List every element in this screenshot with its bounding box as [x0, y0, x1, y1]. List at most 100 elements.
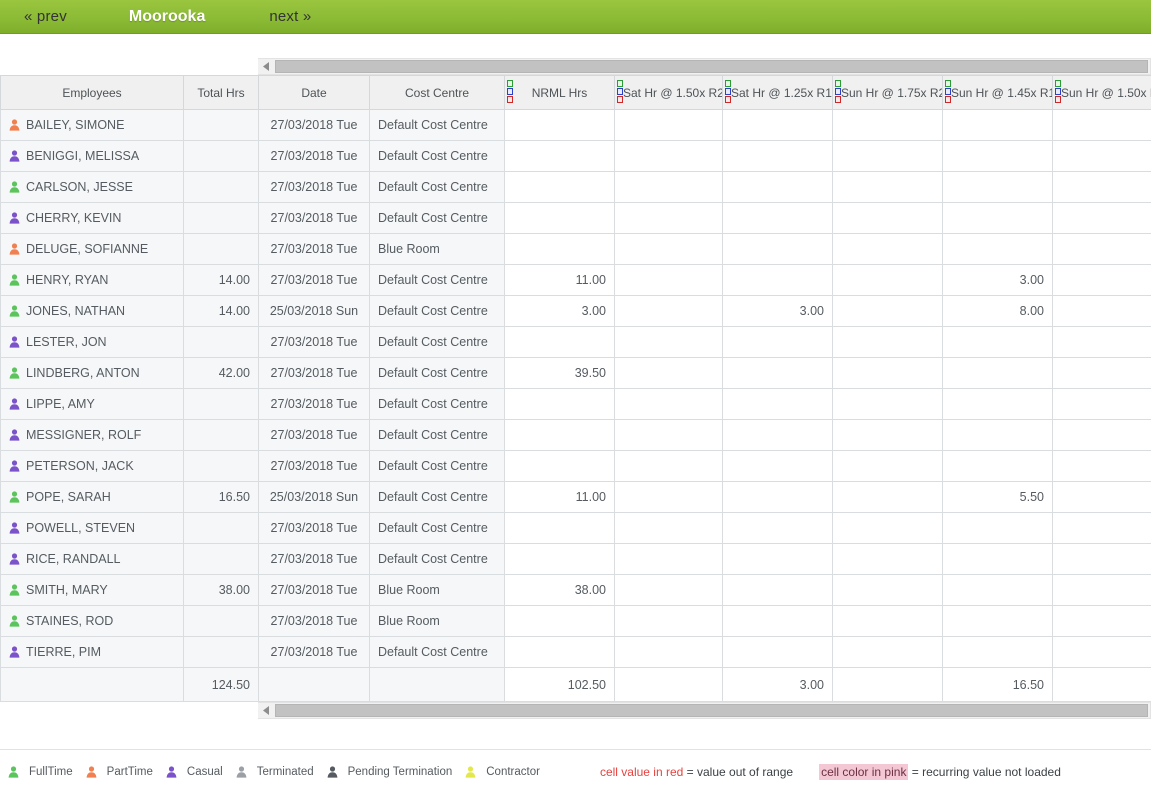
cell-total_hrs[interactable] — [183, 140, 259, 172]
table-row[interactable]: BENIGGI, MELISSA 27/03/2018 Tue Default Co… — [0, 140, 1151, 172]
cell-sun145r1[interactable] — [942, 326, 1053, 358]
cell-sun175r2[interactable] — [832, 574, 943, 606]
cell-date[interactable]: 27/03/2018 Tue — [258, 450, 370, 482]
cell-sat125r1[interactable] — [722, 233, 833, 265]
cell-date[interactable]: 27/03/2018 Tue — [258, 388, 370, 420]
cell-sun145r1[interactable] — [942, 419, 1053, 451]
scrollbar-thumb-top[interactable] — [275, 60, 1148, 73]
cell-sun175r2[interactable] — [832, 450, 943, 482]
column-header-cost_centre[interactable]: Cost Centre — [369, 75, 505, 110]
cell-total_hrs[interactable] — [183, 202, 259, 234]
cell-date[interactable]: 27/03/2018 Tue — [258, 512, 370, 544]
cell-sun150r1[interactable] — [1052, 233, 1151, 265]
cell-sat150r2[interactable] — [614, 326, 723, 358]
cell-sun145r1[interactable] — [942, 171, 1053, 203]
cell-employee[interactable]: STAINES, ROD — [0, 605, 184, 637]
cell-nrml[interactable] — [504, 388, 615, 420]
cell-employee[interactable]: BAILEY, SIMONE — [0, 109, 184, 141]
table-row[interactable]: LINDBERG, ANTON 42.00 27/03/2018 Tue Defaul… — [0, 357, 1151, 389]
cell-sun175r2[interactable] — [832, 605, 943, 637]
cell-date[interactable]: 25/03/2018 Sun — [258, 481, 370, 513]
cell-total_hrs[interactable] — [183, 326, 259, 358]
cell-sat125r1[interactable] — [722, 574, 833, 606]
cell-sat150r2[interactable] — [614, 574, 723, 606]
cell-sun150r1[interactable] — [1052, 264, 1151, 296]
cell-date[interactable]: 27/03/2018 Tue — [258, 202, 370, 234]
table-row[interactable]: PETERSON, JACK 27/03/2018 Tue Default Cost… — [0, 450, 1151, 482]
cell-sun150r1[interactable] — [1052, 574, 1151, 606]
cell-employee[interactable]: CARLSON, JESSE — [0, 171, 184, 203]
cell-sun145r1[interactable]: 5.50 — [942, 481, 1053, 513]
cell-sun175r2[interactable] — [832, 295, 943, 327]
table-row[interactable]: DELUGE, SOFIANNE 27/03/2018 Tue Blue Room — [0, 233, 1151, 265]
cell-date[interactable]: 25/03/2018 Sun — [258, 295, 370, 327]
cell-nrml[interactable] — [504, 512, 615, 544]
cell-sun175r2[interactable] — [832, 233, 943, 265]
table-row[interactable]: TIERRE, PIM 27/03/2018 Tue Default Cost Ce… — [0, 636, 1151, 668]
cell-nrml[interactable]: 11.00 — [504, 264, 615, 296]
cell-total_hrs[interactable] — [183, 419, 259, 451]
cell-employee[interactable]: TIERRE, PIM — [0, 636, 184, 668]
cell-sun150r1[interactable] — [1052, 357, 1151, 389]
cell-date[interactable]: 27/03/2018 Tue — [258, 264, 370, 296]
cell-sat150r2[interactable] — [614, 419, 723, 451]
cell-sun145r1[interactable] — [942, 574, 1053, 606]
cell-cost_centre[interactable]: Blue Room — [369, 605, 505, 637]
cell-employee[interactable]: BENIGGI, MELISSA — [0, 140, 184, 172]
cell-sun145r1[interactable] — [942, 140, 1053, 172]
cell-sun150r1[interactable] — [1052, 388, 1151, 420]
cell-date[interactable]: 27/03/2018 Tue — [258, 543, 370, 575]
cell-date[interactable]: 27/03/2018 Tue — [258, 574, 370, 606]
cell-total_hrs[interactable] — [183, 450, 259, 482]
cell-sat150r2[interactable] — [614, 543, 723, 575]
cell-nrml[interactable] — [504, 233, 615, 265]
cell-sat125r1[interactable]: 3.00 — [722, 295, 833, 327]
column-header-date[interactable]: Date — [258, 75, 370, 110]
cell-sun150r1[interactable] — [1052, 140, 1151, 172]
cell-sun175r2[interactable] — [832, 481, 943, 513]
cell-sun175r2[interactable] — [832, 264, 943, 296]
cell-total_hrs[interactable]: 14.00 — [183, 264, 259, 296]
cell-sun150r1[interactable] — [1052, 481, 1151, 513]
cell-cost_centre[interactable]: Default Cost Centre — [369, 171, 505, 203]
cell-cost_centre[interactable]: Default Cost Centre — [369, 419, 505, 451]
cell-sat125r1[interactable] — [722, 512, 833, 544]
cell-sat125r1[interactable] — [722, 140, 833, 172]
table-row[interactable]: HENRY, RYAN 14.00 27/03/2018 Tue Default Co… — [0, 264, 1151, 296]
cell-cost_centre[interactable]: Default Cost Centre — [369, 202, 505, 234]
cell-employee[interactable]: DELUGE, SOFIANNE — [0, 233, 184, 265]
cell-cost_centre[interactable]: Default Cost Centre — [369, 512, 505, 544]
cell-sun150r1[interactable] — [1052, 543, 1151, 575]
cell-sun175r2[interactable] — [832, 388, 943, 420]
cell-sun175r2[interactable] — [832, 636, 943, 668]
cell-employee[interactable]: LINDBERG, ANTON — [0, 357, 184, 389]
cell-sat150r2[interactable] — [614, 140, 723, 172]
cell-sat150r2[interactable] — [614, 481, 723, 513]
column-header-nrml[interactable]: NRML Hrs — [504, 75, 615, 110]
cell-employee[interactable]: PETERSON, JACK — [0, 450, 184, 482]
column-header-employee[interactable]: Employees — [0, 75, 184, 110]
table-row[interactable]: POWELL, STEVEN 27/03/2018 Tue Default Cost… — [0, 512, 1151, 544]
cell-sun175r2[interactable] — [832, 543, 943, 575]
column-header-sun175r2[interactable]: Sun Hr @ 1.75x R2 — [832, 75, 943, 110]
cell-cost_centre[interactable]: Blue Room — [369, 233, 505, 265]
cell-nrml[interactable] — [504, 171, 615, 203]
scrollbar-thumb-bottom[interactable] — [275, 704, 1148, 717]
cell-total_hrs[interactable] — [183, 171, 259, 203]
cell-cost_centre[interactable]: Default Cost Centre — [369, 140, 505, 172]
table-row[interactable]: JONES, NATHAN 14.00 25/03/2018 Sun Default … — [0, 295, 1151, 327]
cell-cost_centre[interactable]: Default Cost Centre — [369, 357, 505, 389]
cell-sat125r1[interactable] — [722, 202, 833, 234]
cell-cost_centre[interactable]: Default Cost Centre — [369, 109, 505, 141]
cell-sat150r2[interactable] — [614, 109, 723, 141]
cell-sun150r1[interactable] — [1052, 512, 1151, 544]
cell-sat150r2[interactable] — [614, 512, 723, 544]
cell-sun145r1[interactable]: 8.00 — [942, 295, 1053, 327]
cell-nrml[interactable] — [504, 419, 615, 451]
column-header-sun145r1[interactable]: Sun Hr @ 1.45x R1 — [942, 75, 1053, 110]
column-header-sat125r1[interactable]: Sat Hr @ 1.25x R1 — [722, 75, 833, 110]
cell-date[interactable]: 27/03/2018 Tue — [258, 140, 370, 172]
cell-date[interactable]: 27/03/2018 Tue — [258, 419, 370, 451]
cell-sun145r1[interactable] — [942, 109, 1053, 141]
cell-date[interactable]: 27/03/2018 Tue — [258, 357, 370, 389]
